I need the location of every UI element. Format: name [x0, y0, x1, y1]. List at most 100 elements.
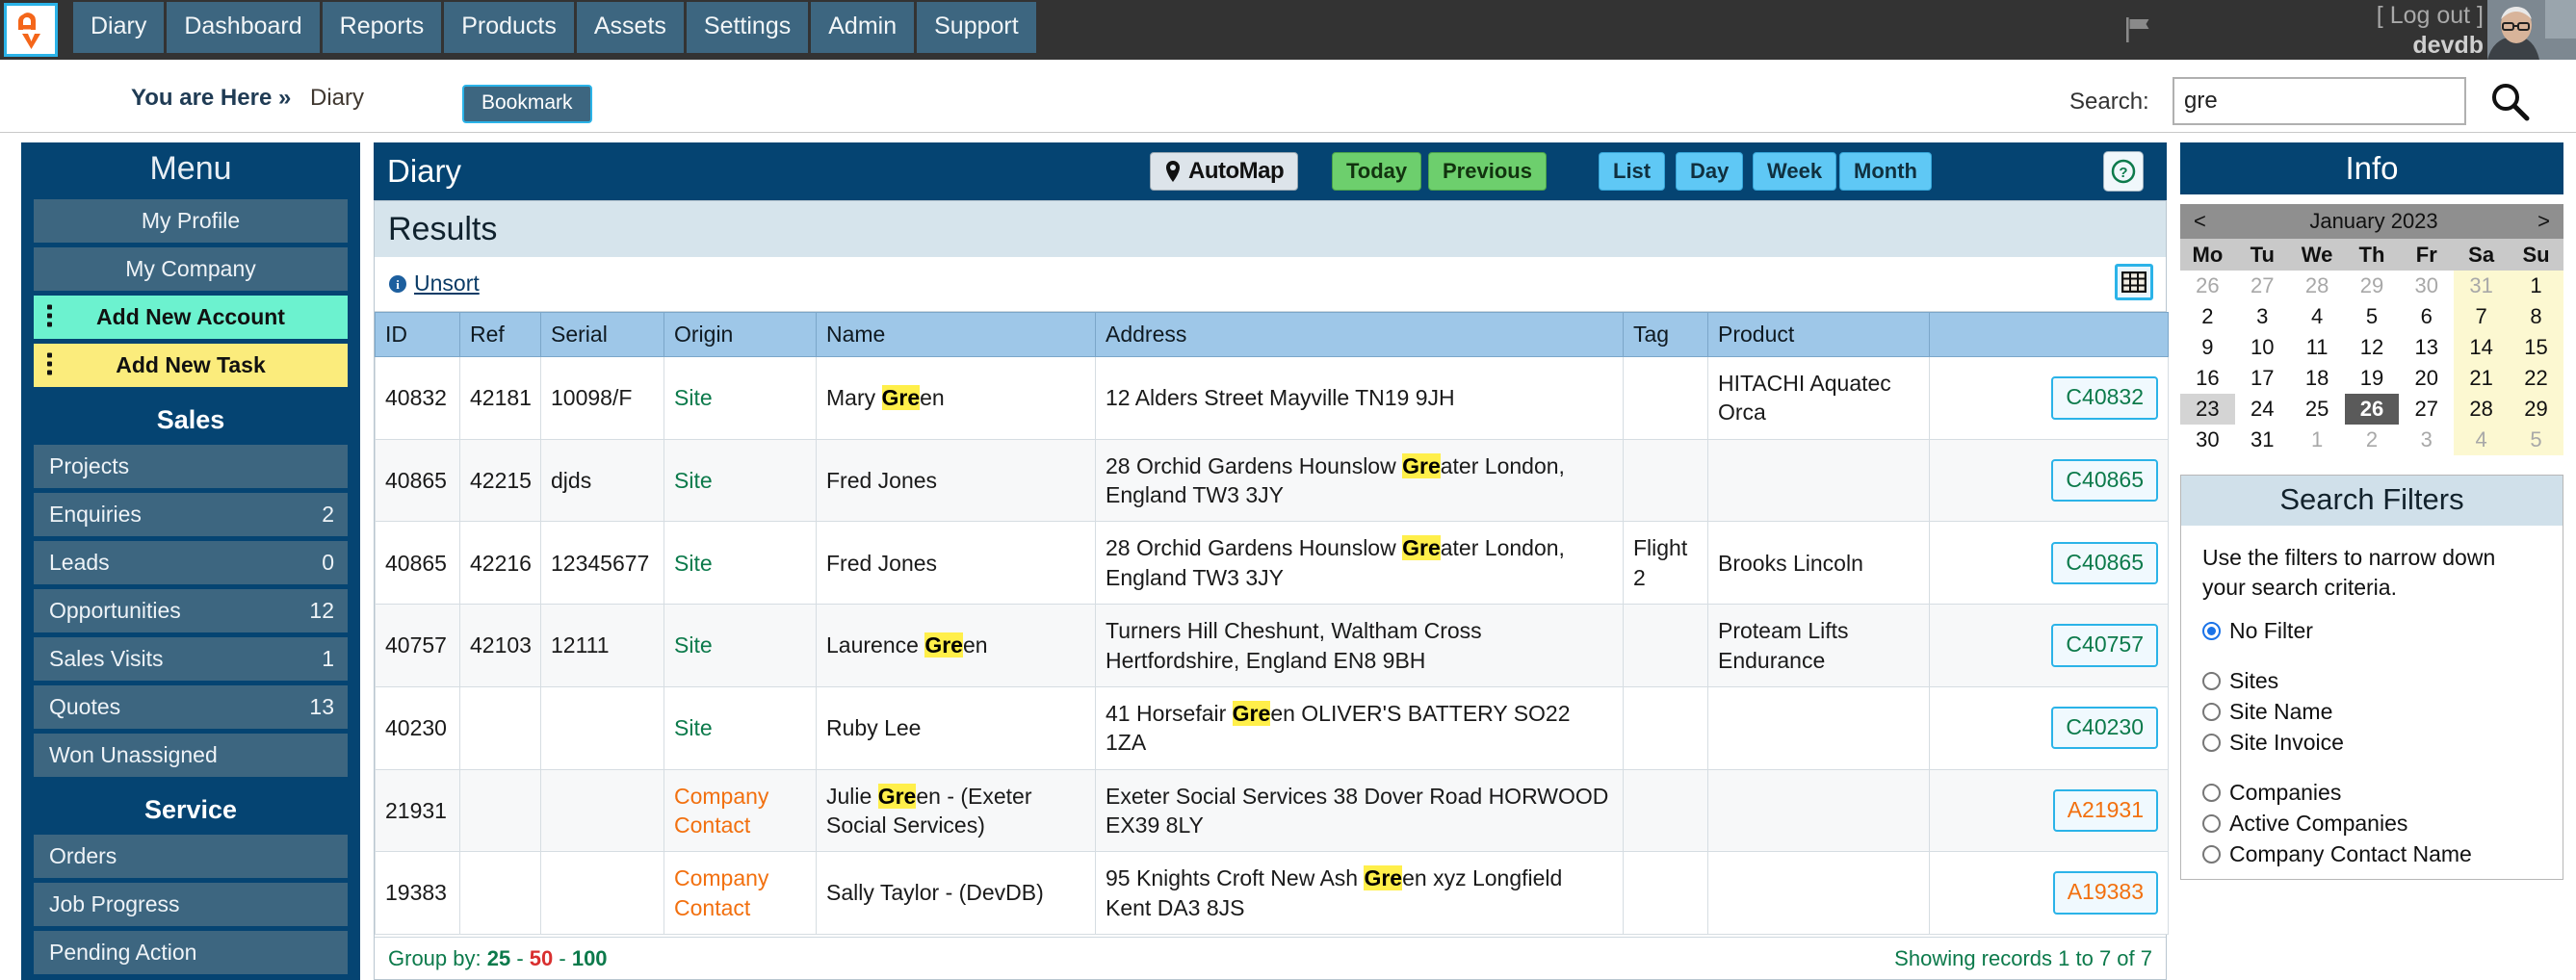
record-link-button[interactable]: C40865 — [2051, 458, 2158, 503]
sidebar-item-orders[interactable]: Orders — [34, 835, 348, 878]
calendar-day-cell[interactable]: 27 — [2399, 394, 2455, 425]
table-row[interactable]: 40865 42216 12345677 Site Fred Jones 28 Orchi… — [375, 521, 2169, 606]
filter-option-no-filter[interactable]: No Filter — [2202, 615, 2541, 646]
column-header-serial[interactable]: Serial — [540, 312, 664, 357]
column-header-address[interactable]: Address — [1095, 312, 1624, 357]
radio-button[interactable] — [2202, 813, 2221, 833]
calendar-day-cell[interactable]: 19 — [2344, 363, 2400, 394]
sidebar-item-sales-visits[interactable]: Sales Visits 1 — [34, 637, 348, 681]
column-header-tag[interactable]: Tag — [1623, 312, 1708, 357]
calendar-day-cell[interactable]: 23 — [2180, 394, 2235, 425]
sidebar-item-projects[interactable]: Projects — [34, 445, 348, 488]
calendar-day-cell[interactable]: 29 — [2509, 394, 2563, 425]
origin-link[interactable]: Company Contact — [674, 784, 768, 838]
group-by-100[interactable]: 100 — [572, 946, 608, 970]
calendar-day-cell[interactable]: 25 — [2289, 394, 2345, 425]
calendar-day-cell[interactable]: 21 — [2454, 363, 2510, 394]
calendar-day-cell[interactable]: 6 — [2399, 301, 2455, 332]
table-row[interactable]: 19383 Company Contact Sally Taylor - (DevD… — [375, 851, 2169, 936]
column-header-origin[interactable]: Origin — [664, 312, 817, 357]
table-row[interactable]: 40757 42103 12111 Site Laurence Green Turners… — [375, 604, 2169, 687]
view-week-button[interactable]: Week — [1753, 152, 1837, 191]
kebab-menu-icon[interactable] — [47, 304, 52, 330]
record-link-button[interactable]: C40757 — [2051, 624, 2158, 667]
filter-option-sites[interactable]: Sites — [2202, 665, 2541, 696]
calendar-day-cell[interactable]: 1 — [2289, 425, 2345, 455]
view-list-button[interactable]: List — [1599, 152, 1666, 191]
filter-option-companies[interactable]: Companies — [2202, 777, 2541, 808]
calendar-day-cell[interactable]: 17 — [2234, 363, 2290, 394]
calendar-day-cell[interactable]: 12 — [2344, 332, 2400, 363]
nav-tab-support[interactable]: Support — [917, 2, 1036, 53]
sidebar-item-leads[interactable]: Leads 0 — [34, 541, 348, 584]
sidebar-item-my-profile[interactable]: My Profile — [34, 199, 348, 243]
help-button[interactable]: ? — [2103, 151, 2144, 192]
calendar-day-cell[interactable]: 11 — [2289, 332, 2345, 363]
nav-tab-reports[interactable]: Reports — [322, 2, 442, 53]
sidebar-item-job-progress[interactable]: Job Progress — [34, 883, 348, 926]
calendar-day-cell[interactable]: 20 — [2399, 363, 2455, 394]
kebab-menu-icon[interactable] — [47, 352, 52, 378]
nav-tab-products[interactable]: Products — [444, 2, 574, 53]
flag-icon[interactable] — [2123, 13, 2156, 46]
logout-link[interactable]: [ Log out ] — [2377, 2, 2484, 30]
nav-tab-settings[interactable]: Settings — [686, 2, 809, 53]
previous-button[interactable]: Previous — [1428, 152, 1547, 191]
calendar-day-cell[interactable]: 26 — [2180, 271, 2235, 301]
record-link-button[interactable]: C40230 — [2051, 707, 2158, 750]
unsort-link[interactable]: Unsort — [414, 271, 480, 297]
calendar-day-cell[interactable]: 4 — [2454, 425, 2510, 455]
group-by-50[interactable]: 50 — [530, 946, 553, 970]
origin-link[interactable]: Site — [674, 551, 713, 576]
calendar-day-cell[interactable]: 28 — [2289, 271, 2345, 301]
sidebar-item-enquiries[interactable]: Enquiries 2 — [34, 493, 348, 536]
radio-button[interactable] — [2202, 621, 2221, 640]
calendar-day-cell[interactable]: 5 — [2509, 425, 2563, 455]
calendar-day-cell[interactable]: 3 — [2399, 425, 2455, 455]
filter-option-active-companies[interactable]: Active Companies — [2202, 808, 2541, 838]
table-row[interactable]: 40230 Site Ruby Lee 41 Horsefair Green OLIV… — [375, 685, 2169, 770]
record-link-button[interactable]: C40832 — [2051, 376, 2158, 420]
calendar-day-cell[interactable]: 29 — [2344, 271, 2400, 301]
calendar-day-cell[interactable]: 3 — [2234, 301, 2290, 332]
nav-tab-admin[interactable]: Admin — [811, 2, 915, 53]
origin-link[interactable]: Site — [674, 715, 713, 740]
calendar-next-month-button[interactable]: > — [2537, 209, 2550, 234]
grid-view-toggle-button[interactable] — [2115, 264, 2153, 300]
table-row[interactable]: 40865 42215 djds Site Fred Jones 28 Orchid Ga… — [375, 438, 2169, 523]
today-button[interactable]: Today — [1332, 152, 1422, 191]
calendar-day-cell[interactable]: 30 — [2180, 425, 2235, 455]
calendar-day-cell[interactable]: 5 — [2344, 301, 2400, 332]
calendar-day-cell[interactable]: 31 — [2454, 271, 2510, 301]
app-logo[interactable] — [4, 3, 58, 57]
sidebar-item-opportunities[interactable]: Opportunities 12 — [34, 589, 348, 632]
calendar-day-cell[interactable]: 22 — [2509, 363, 2563, 394]
calendar-day-cell[interactable]: 27 — [2234, 271, 2290, 301]
sidebar-item-won-unassigned[interactable]: Won Unassigned — [34, 734, 348, 777]
nav-tab-diary[interactable]: Diary — [73, 2, 165, 53]
record-link-button[interactable]: A21931 — [2052, 788, 2158, 833]
nav-tab-assets[interactable]: Assets — [576, 2, 684, 53]
automap-button[interactable]: AutoMap — [1150, 152, 1299, 191]
radio-button[interactable] — [2202, 733, 2221, 752]
origin-link[interactable]: Site — [674, 468, 713, 493]
view-day-button[interactable]: Day — [1676, 152, 1744, 191]
radio-button[interactable] — [2202, 671, 2221, 690]
calendar-day-cell[interactable]: 26 — [2344, 394, 2400, 425]
table-row[interactable]: 40832 42181 10098/F Site Mary Green 12 Alders… — [375, 356, 2169, 440]
sidebar-item-my-company[interactable]: My Company — [34, 247, 348, 291]
radio-button[interactable] — [2202, 702, 2221, 721]
calendar-day-cell[interactable]: 16 — [2180, 363, 2235, 394]
calendar-day-cell[interactable]: 10 — [2234, 332, 2290, 363]
radio-button[interactable] — [2202, 844, 2221, 864]
sidebar-item-pending-action[interactable]: Pending Action — [34, 931, 348, 974]
search-input[interactable] — [2173, 77, 2466, 125]
sidebar-item-add-new-task[interactable]: Add New Task — [34, 344, 348, 387]
sidebar-item-quotes[interactable]: Quotes 13 — [34, 685, 348, 729]
column-header-id[interactable]: ID — [375, 312, 460, 357]
calendar-day-cell[interactable]: 7 — [2454, 301, 2510, 332]
calendar-day-cell[interactable]: 15 — [2509, 332, 2563, 363]
calendar-day-cell[interactable]: 8 — [2509, 301, 2563, 332]
sidebar-item-add-new-account[interactable]: Add New Account — [34, 296, 348, 339]
radio-button[interactable] — [2202, 783, 2221, 802]
